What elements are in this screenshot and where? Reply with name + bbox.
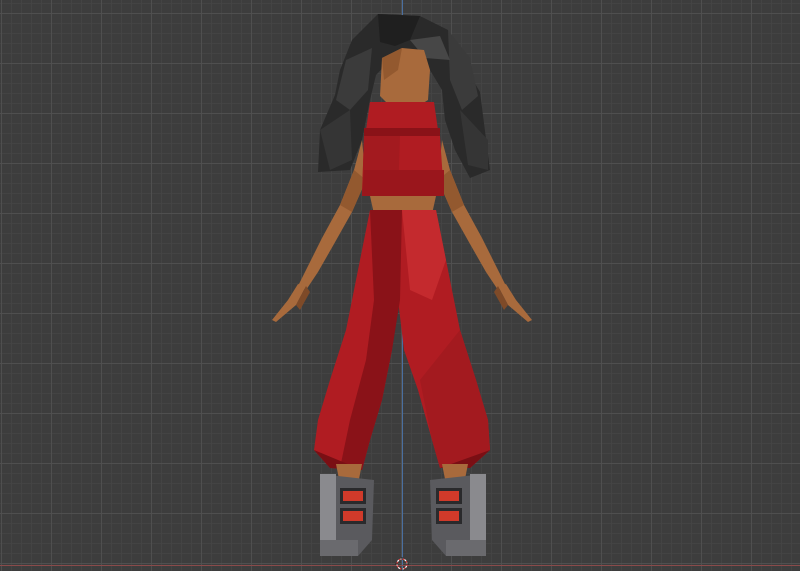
pants xyxy=(314,210,490,470)
head xyxy=(380,48,430,110)
3d-viewport[interactable] xyxy=(0,0,800,571)
right-boot xyxy=(430,474,486,556)
left-boot xyxy=(320,474,374,556)
crop-top xyxy=(362,136,444,196)
3d-cursor-icon[interactable] xyxy=(395,557,409,571)
collar xyxy=(364,102,440,140)
character-model[interactable] xyxy=(0,0,800,571)
